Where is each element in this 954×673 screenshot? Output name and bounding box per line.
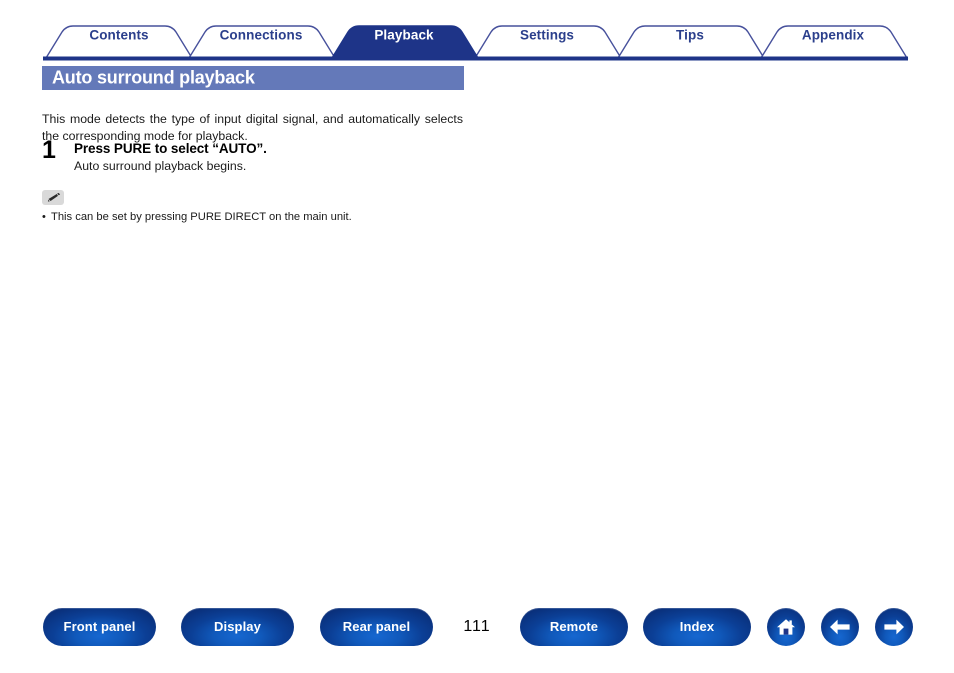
arrow-left-icon — [830, 619, 850, 635]
step-description: Auto surround playback begins. — [74, 159, 247, 173]
front-panel-button-label: Front panel — [63, 619, 136, 634]
tab-connections[interactable]: Connections — [220, 28, 303, 43]
note-block: This can be set by pressing PURE DIRECT … — [42, 190, 542, 225]
tab-bottom-rule — [43, 56, 908, 61]
pencil-icon — [42, 190, 64, 205]
section-title-bar: Auto surround playback — [42, 66, 464, 90]
tab-appendix[interactable]: Appendix — [802, 28, 864, 43]
page-number: 111 — [463, 618, 491, 635]
home-icon — [777, 619, 795, 635]
back-button[interactable] — [821, 608, 859, 646]
forward-button[interactable] — [875, 608, 913, 646]
front-panel-button[interactable]: Front panel — [43, 608, 156, 646]
tab-settings[interactable]: Settings — [520, 28, 574, 43]
tab-tips[interactable]: Tips — [676, 28, 704, 43]
note-list: This can be set by pressing PURE DIRECT … — [42, 210, 542, 225]
step-title: Press PURE to select “AUTO”. — [74, 141, 267, 156]
step-body: Press PURE to select “AUTO”. Auto surrou… — [74, 140, 502, 174]
home-button[interactable] — [767, 608, 805, 646]
display-button[interactable]: Display — [181, 608, 294, 646]
arrow-right-icon — [884, 619, 904, 635]
display-button-label: Display — [214, 619, 261, 634]
step-block: 1 Press PURE to select “AUTO”. Auto surr… — [42, 136, 502, 174]
tab-navigation-bar: Contents Connections Playback Settings T… — [0, 0, 954, 62]
remote-button-label: Remote — [549, 619, 599, 634]
note-item: This can be set by pressing PURE DIRECT … — [42, 210, 542, 225]
index-button-label: Index — [679, 619, 715, 634]
step-number: 1 — [42, 136, 56, 164]
page-title: Auto surround playback — [52, 67, 255, 88]
index-button[interactable]: Index — [643, 608, 751, 646]
rear-panel-button-label: Rear panel — [342, 619, 411, 634]
remote-button[interactable]: Remote — [520, 608, 628, 646]
tab-playback[interactable]: Playback — [374, 28, 433, 43]
tab-contents[interactable]: Contents — [89, 28, 148, 43]
footer-navigation: Front panel Display Rear panel 111 Remot… — [0, 608, 954, 652]
rear-panel-button[interactable]: Rear panel — [320, 608, 433, 646]
